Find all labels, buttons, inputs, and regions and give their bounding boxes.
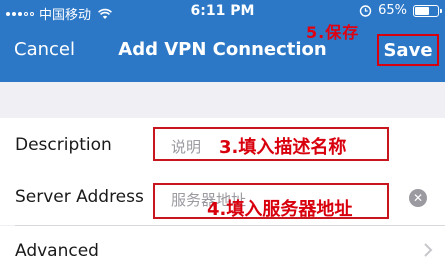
battery-percent: 65% (378, 3, 407, 18)
battery-icon (413, 4, 442, 17)
cancel-button[interactable]: Cancel (14, 39, 75, 60)
server-address-input-highlight[interactable]: 服务器地址 4.填入服务器地址 (153, 183, 389, 220)
server-address-label: Server Address (15, 187, 144, 207)
server-address-annotation: 4.填入服务器地址 (207, 199, 353, 220)
description-annotation: 3.填入描述名称 (219, 137, 347, 158)
advanced-row[interactable]: Advanced (0, 226, 445, 276)
clear-icon[interactable]: ✕ (409, 189, 427, 207)
status-bar: 中国移动 6:11 PM 65% (0, 0, 445, 24)
save-button[interactable]: Save (377, 34, 439, 66)
chevron-right-icon (424, 243, 433, 257)
nav-bar: Cancel Add VPN Connection 5.保存 Save (0, 23, 445, 82)
alarm-icon (359, 5, 372, 17)
server-address-row[interactable]: Server Address 服务器地址 4.填入服务器地址 ✕ (0, 173, 445, 225)
status-right: 65% (359, 3, 442, 18)
header: 中国移动 6:11 PM 65% Cancel Add VPN Connecti… (0, 0, 445, 82)
battery-fill (415, 6, 429, 15)
description-input-highlight[interactable]: 说明 3.填入描述名称 (153, 127, 389, 161)
vpn-screen: 中国移动 6:11 PM 65% Cancel Add VPN Connecti… (0, 0, 445, 276)
description-label: Description (15, 135, 112, 155)
description-placeholder: 说明 (171, 138, 202, 156)
description-row[interactable]: Description 说明 3.填入描述名称 (0, 118, 445, 173)
advanced-label: Advanced (15, 241, 99, 261)
save-annotation: 5.保存 (306, 23, 360, 42)
